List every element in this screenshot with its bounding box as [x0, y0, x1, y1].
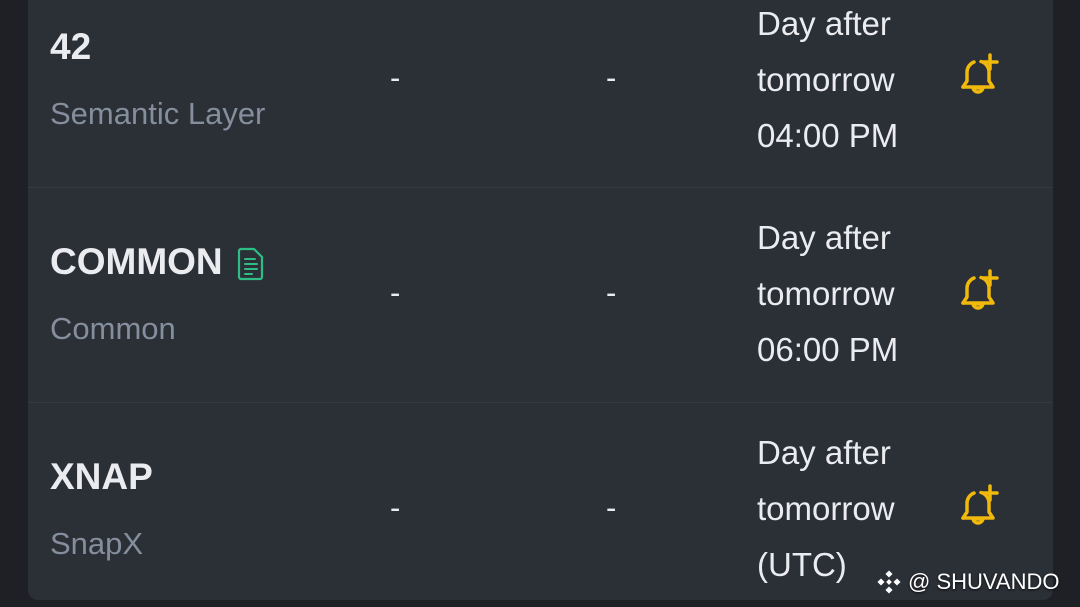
time-line: tomorrow [757, 490, 895, 527]
column-value: - [606, 60, 617, 95]
bell-plus-icon[interactable] [954, 52, 1002, 100]
listing-time: Day after tomorrow 06:00 PM [757, 210, 947, 378]
listing-row[interactable]: 42 Semantic Layer - - Day after tomorrow… [28, 0, 1053, 188]
watermark: @ SHUVANDO [876, 566, 1060, 598]
token-name: Common [50, 311, 176, 346]
time-line: tomorrow [757, 61, 895, 98]
token-symbol: XNAP [50, 456, 153, 497]
token-name: SnapX [50, 526, 144, 561]
bell-plus-icon[interactable] [954, 483, 1002, 531]
listing-time: Day after tomorrow 04:00 PM [757, 0, 947, 164]
time-line: tomorrow [757, 275, 895, 312]
time-line: Day after [757, 219, 891, 256]
watermark-handle: @ SHUVANDO [908, 569, 1060, 594]
bell-plus-icon[interactable] [954, 268, 1002, 316]
listing-row[interactable]: COMMON Common - - Day after tomorrow 06:… [28, 187, 1053, 403]
time-line: 04:00 PM [757, 117, 899, 154]
column-value: - [390, 490, 401, 525]
time-line: Day after [757, 434, 891, 471]
token-name: Semantic Layer [50, 96, 266, 131]
column-value: - [606, 490, 617, 525]
token-symbol: COMMON [50, 242, 265, 282]
token-symbol: 42 [50, 26, 92, 67]
column-value: - [390, 60, 401, 95]
column-value: - [606, 275, 617, 310]
column-value: - [390, 275, 401, 310]
listing-panel: 42 Semantic Layer - - Day after tomorrow… [28, 0, 1053, 600]
token-symbol-text: COMMON [50, 241, 223, 282]
time-line: Day after [757, 5, 891, 42]
binance-logo-icon [877, 570, 901, 594]
time-line: 06:00 PM [757, 331, 899, 368]
document-icon[interactable] [237, 247, 265, 281]
